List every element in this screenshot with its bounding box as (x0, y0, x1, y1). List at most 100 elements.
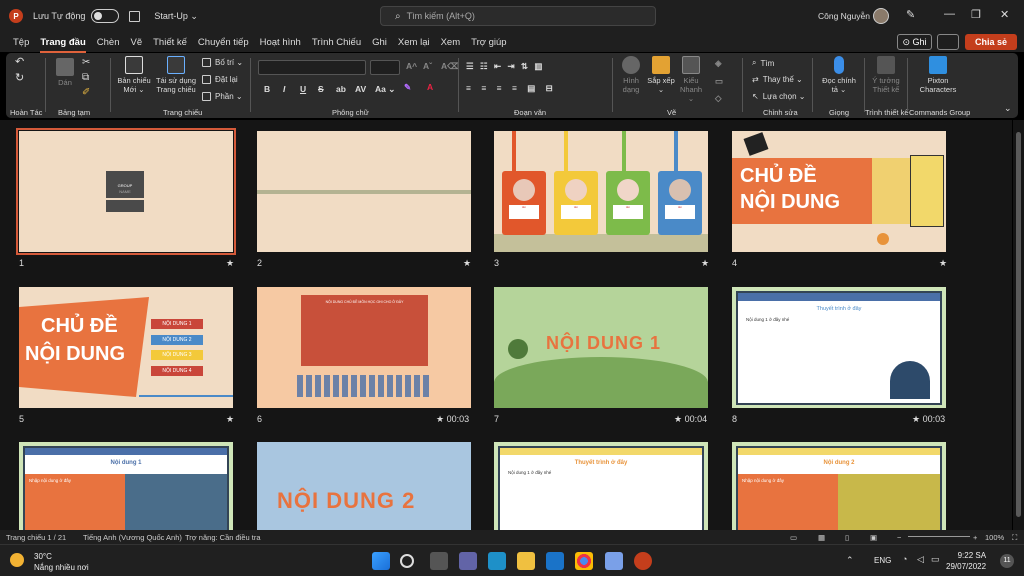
pen-icon[interactable]: ✎ (906, 8, 915, 21)
change-case-button[interactable]: Aa ⌄ (375, 84, 395, 95)
slide-thumbnail-12[interactable]: Nội dung 2 Nhập nội dung ở đây (732, 442, 946, 530)
teams-icon[interactable] (459, 552, 477, 570)
strikethrough-button[interactable]: S (318, 84, 324, 94)
file-name[interactable]: Start-Up ⌄ (154, 11, 198, 22)
tab-record[interactable]: Ghi (372, 35, 387, 50)
fit-window-icon[interactable]: ⛶ (1012, 533, 1017, 543)
zoom-level[interactable]: 100% (985, 533, 1004, 542)
tray-expand-icon[interactable]: ⌃ (846, 555, 854, 566)
start-icon[interactable] (372, 552, 390, 570)
font-name-field[interactable] (258, 60, 366, 75)
scroll-thumb[interactable] (1016, 132, 1021, 517)
app-icon[interactable] (488, 552, 506, 570)
format-painter-icon[interactable]: ✐ (82, 88, 90, 98)
reset-button[interactable]: Đặt lại (202, 75, 238, 84)
align-icon[interactable]: ≡ ≡ ≡ ≡ ▤ ⊟ (466, 83, 557, 94)
autosave-toggle[interactable] (91, 9, 120, 23)
battery-icon[interactable]: ▭ (931, 554, 940, 565)
search-icon[interactable] (400, 554, 414, 568)
shape-effects-icon[interactable]: ◇ (715, 93, 722, 104)
vertical-scrollbar[interactable] (1013, 120, 1024, 530)
slide-thumbnail-4[interactable]: CHỦ ĐỀ NỘI DUNG (732, 131, 946, 252)
slide-thumbnail-10[interactable]: NỘI DUNG 2 (257, 442, 471, 530)
copy-icon[interactable]: ⧉ (82, 73, 89, 83)
tab-review[interactable]: Xem lại (398, 35, 430, 50)
messenger-icon[interactable] (605, 552, 623, 570)
shapes-button[interactable]: Hình dạng (617, 56, 645, 94)
tab-slideshow[interactable]: Trình Chiếu (312, 35, 361, 50)
increase-font-icon[interactable]: A^ (406, 61, 417, 71)
slide-sorter-view-icon[interactable]: ▦ (818, 533, 825, 542)
tab-home[interactable]: Trang đầu (40, 35, 87, 53)
slideshow-view-icon[interactable]: ▣ (870, 533, 877, 542)
quick-styles-button[interactable]: Kiểu Nhanh ⌄ (677, 56, 705, 103)
slide-thumbnail-6[interactable]: NỘI DUNG CHỦ ĐỀ MÔN HỌC GHI CHO Ở ĐÂY (257, 287, 471, 408)
zoom-slider[interactable] (908, 536, 970, 537)
slide-thumbnail-7[interactable]: NỘI DUNG 1 (494, 287, 708, 408)
highlight-icon[interactable]: ✎ (404, 82, 411, 93)
replace-button[interactable]: ⇄ Thay thế ⌄ (752, 75, 803, 84)
slide-thumbnail-9[interactable]: Nội dung 1 Nhập nội dung ở đây (19, 442, 233, 530)
comments-button[interactable] (937, 34, 959, 50)
slide-thumbnail-11[interactable]: Thuyết trình ở đây Nội dung 1 ở đây nhé (494, 442, 708, 530)
notification-badge[interactable]: 11 (1000, 554, 1014, 568)
dictate-button[interactable]: Đọc chính tả ⌄ (818, 56, 860, 94)
avatar[interactable] (873, 8, 889, 24)
undo-icon[interactable]: ↶ (15, 57, 24, 68)
volume-icon[interactable]: ◁ (917, 554, 924, 565)
shape-fill-icon[interactable]: ◈ (715, 58, 722, 69)
pixton-button[interactable]: Pixton Characters (915, 56, 961, 94)
italic-button[interactable]: I (283, 84, 285, 94)
tab-design[interactable]: Thiết kế (153, 35, 187, 50)
tab-insert[interactable]: Chèn (97, 35, 120, 50)
slide-thumbnail-8[interactable]: Thuyết trình ở đây Nội dung 1 ở đây nhé (732, 287, 946, 408)
share-button[interactable]: Chia sẻ (965, 34, 1017, 50)
redo-icon[interactable]: ↻ (15, 73, 24, 84)
user-name[interactable]: Công Nguyễn (818, 11, 870, 21)
bold-button[interactable]: B (264, 84, 270, 94)
slide-thumbnail-2[interactable] (257, 131, 471, 252)
paste-button[interactable]: Dán (52, 58, 78, 87)
minimize-icon[interactable]: — (944, 8, 955, 20)
design-ideas-button[interactable]: Ý tưởng Thiết kế (868, 56, 904, 94)
collapse-ribbon-icon[interactable]: ⌄ (1004, 104, 1012, 113)
char-spacing-button[interactable]: AV (355, 84, 366, 94)
tab-animations[interactable]: Hoạt hình (260, 35, 301, 50)
layout-button[interactable]: Bố trí ⌄ (202, 58, 243, 67)
clear-format-icon[interactable]: A⌫ (441, 61, 459, 72)
font-color-icon[interactable]: A (427, 82, 433, 92)
bullets-icon[interactable]: ☰ ☷ ⇤ ⇥ ⇅ ▥ (466, 61, 544, 72)
tab-file[interactable]: Tệp (13, 35, 29, 50)
wifi-icon[interactable]: ◔ (902, 554, 907, 564)
input-language[interactable]: ENG (874, 556, 891, 565)
slide-thumbnail-5[interactable]: CHỦ ĐỀ NỘI DUNG NỘI DUNG 1 NỘI DUNG 2 NỘ… (19, 287, 233, 408)
reading-view-icon[interactable]: ▯ (845, 533, 849, 542)
shadow-button[interactable]: ab (336, 84, 346, 94)
new-slide-button[interactable]: Bản chiếu Mới ⌄ (115, 56, 153, 94)
slide-thumbnail-1[interactable]: GROUP NAME (16, 128, 236, 255)
zoom-out-icon[interactable]: − (897, 533, 901, 542)
normal-view-icon[interactable]: ▭ (790, 533, 797, 542)
restore-icon[interactable]: ❐ (971, 8, 981, 21)
font-size-field[interactable] (370, 60, 400, 75)
task-view-icon[interactable] (430, 552, 448, 570)
tab-draw[interactable]: Vẽ (131, 35, 143, 50)
find-button[interactable]: ⌕ Tìm (752, 58, 774, 68)
close-icon[interactable]: ✕ (1000, 8, 1009, 21)
language-status[interactable]: Tiếng Anh (Vương Quốc Anh) (83, 533, 182, 542)
system-clock[interactable]: 9:22 SA 29/07/2022 (946, 550, 986, 572)
shape-outline-icon[interactable]: ▭ (715, 76, 723, 87)
powerpoint-taskbar-icon[interactable] (634, 552, 652, 570)
chrome-icon[interactable] (575, 552, 593, 570)
underline-button[interactable]: U (300, 84, 306, 94)
cut-icon[interactable]: ✂ (82, 58, 90, 68)
record-button[interactable]: ⊙ Ghi (897, 34, 932, 50)
reuse-slides-button[interactable]: Tái sử dụng Trang chiếu (154, 56, 198, 94)
tab-help[interactable]: Trợ giúp (471, 35, 506, 50)
section-button[interactable]: Phần ⌄ (202, 92, 243, 101)
select-button[interactable]: ↖ Lựa chọn ⌄ (752, 92, 805, 101)
arrange-button[interactable]: Sắp xếp ⌄ (647, 56, 675, 94)
weather-widget[interactable]: 30°C Nắng nhiều nơi (34, 551, 89, 573)
tab-view[interactable]: Xem (441, 35, 461, 50)
zoom-in-icon[interactable]: + (973, 533, 977, 542)
